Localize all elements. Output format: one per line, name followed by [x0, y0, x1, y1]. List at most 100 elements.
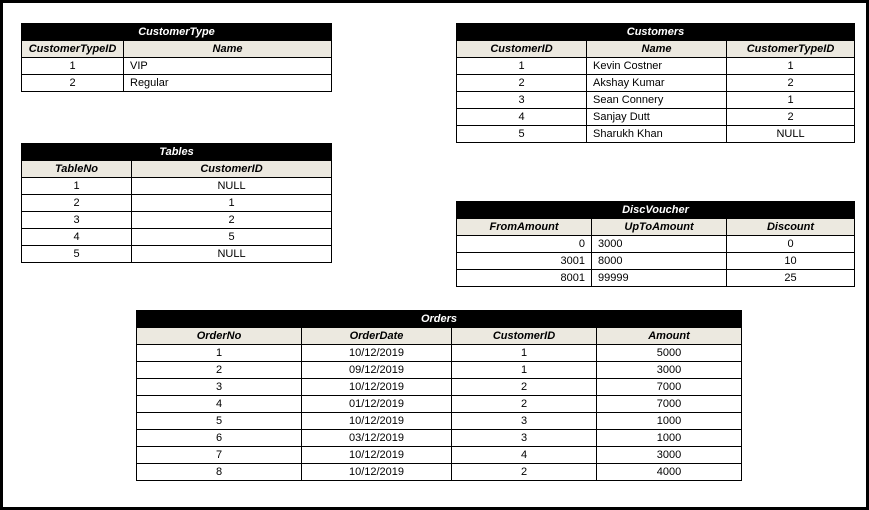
cell: VIP — [124, 58, 332, 75]
tables-title: Tables — [22, 144, 332, 161]
cell: 2 — [22, 195, 132, 212]
table-row: 1 Kevin Costner 1 — [457, 58, 855, 75]
cell: 03/12/2019 — [302, 430, 452, 447]
discvoucher-title: DiscVoucher — [457, 202, 855, 219]
cell: 2 — [452, 379, 597, 396]
cell: 5 — [457, 126, 587, 143]
customertype-title: CustomerType — [22, 24, 332, 41]
cell: 3000 — [597, 447, 742, 464]
disc-col-upto: UpToAmount — [592, 219, 727, 236]
cell: 1 — [727, 58, 855, 75]
table-row: 6 03/12/2019 3 1000 — [137, 430, 742, 447]
cell: 1 — [22, 178, 132, 195]
table-row: 8 10/12/2019 2 4000 — [137, 464, 742, 481]
orders-col-no: OrderNo — [137, 328, 302, 345]
cell: 8 — [137, 464, 302, 481]
cell: 1 — [137, 345, 302, 362]
cell: 4 — [137, 396, 302, 413]
cell: 8000 — [592, 253, 727, 270]
orders-title: Orders — [137, 311, 742, 328]
cell: 7 — [137, 447, 302, 464]
table-row: 2 09/12/2019 1 3000 — [137, 362, 742, 379]
orders-col-amt: Amount — [597, 328, 742, 345]
tables-col-cust: CustomerID — [132, 161, 332, 178]
cell: 10/12/2019 — [302, 464, 452, 481]
table-row: 4 5 — [22, 229, 332, 246]
cell: Kevin Costner — [587, 58, 727, 75]
cell: Sean Connery — [587, 92, 727, 109]
cell: 2 — [22, 75, 124, 92]
cell: 99999 — [592, 270, 727, 287]
table-row: 4 Sanjay Dutt 2 — [457, 109, 855, 126]
table-row: 2 Akshay Kumar 2 — [457, 75, 855, 92]
cell: 1 — [132, 195, 332, 212]
orders-col-date: OrderDate — [302, 328, 452, 345]
table-row: 3 10/12/2019 2 7000 — [137, 379, 742, 396]
cell: 2 — [727, 75, 855, 92]
cell: 0 — [457, 236, 592, 253]
cell: 7000 — [597, 379, 742, 396]
cell: 5 — [132, 229, 332, 246]
table-row: 1 VIP — [22, 58, 332, 75]
cell: 1 — [22, 58, 124, 75]
tables-col-no: TableNo — [22, 161, 132, 178]
table-row: 4 01/12/2019 2 7000 — [137, 396, 742, 413]
table-row: 5 Sharukh Khan NULL — [457, 126, 855, 143]
cell: 09/12/2019 — [302, 362, 452, 379]
table-row: 3 Sean Connery 1 — [457, 92, 855, 109]
cell: 10/12/2019 — [302, 447, 452, 464]
customers-col-id: CustomerID — [457, 41, 587, 58]
customertype-table: CustomerType CustomerTypeID Name 1 VIP 2… — [21, 23, 332, 92]
cell: NULL — [132, 246, 332, 263]
cell: 1 — [457, 58, 587, 75]
orders-table: Orders OrderNo OrderDate CustomerID Amou… — [136, 310, 742, 481]
cell: 1000 — [597, 430, 742, 447]
diagram-page: CustomerType CustomerTypeID Name 1 VIP 2… — [0, 0, 869, 510]
customers-title: Customers — [457, 24, 855, 41]
cell: 6 — [137, 430, 302, 447]
cell: Akshay Kumar — [587, 75, 727, 92]
cell: 7000 — [597, 396, 742, 413]
cell: 1 — [727, 92, 855, 109]
cell: 8001 — [457, 270, 592, 287]
cell: 2 — [457, 75, 587, 92]
table-row: 8001 99999 25 — [457, 270, 855, 287]
cell: Sharukh Khan — [587, 126, 727, 143]
customertype-col-id: CustomerTypeID — [22, 41, 124, 58]
tables-table: Tables TableNo CustomerID 1 NULL 2 1 3 2… — [21, 143, 332, 263]
cell: 2 — [452, 396, 597, 413]
cell: 5 — [137, 413, 302, 430]
cell: 4 — [22, 229, 132, 246]
cell: 3 — [457, 92, 587, 109]
disc-col-disc: Discount — [727, 219, 855, 236]
discvoucher-table: DiscVoucher FromAmount UpToAmount Discou… — [456, 201, 855, 287]
table-row: 5 10/12/2019 3 1000 — [137, 413, 742, 430]
table-row: 2 Regular — [22, 75, 332, 92]
cell: 3 — [137, 379, 302, 396]
cell: 0 — [727, 236, 855, 253]
cell: 4 — [452, 447, 597, 464]
table-row: 3 2 — [22, 212, 332, 229]
table-row: 1 10/12/2019 1 5000 — [137, 345, 742, 362]
table-row: 5 NULL — [22, 246, 332, 263]
cell: NULL — [132, 178, 332, 195]
cell: Regular — [124, 75, 332, 92]
cell: NULL — [727, 126, 855, 143]
cell: 10/12/2019 — [302, 379, 452, 396]
cell: 2 — [137, 362, 302, 379]
cell: 1 — [452, 345, 597, 362]
cell: 3000 — [597, 362, 742, 379]
cell: 3 — [452, 413, 597, 430]
cell: 2 — [452, 464, 597, 481]
cell: 3 — [22, 212, 132, 229]
customers-table: Customers CustomerID Name CustomerTypeID… — [456, 23, 855, 143]
table-row: 7 10/12/2019 4 3000 — [137, 447, 742, 464]
cell: 10 — [727, 253, 855, 270]
cell: 10/12/2019 — [302, 413, 452, 430]
cell: 4 — [457, 109, 587, 126]
customertype-col-name: Name — [124, 41, 332, 58]
customers-col-name: Name — [587, 41, 727, 58]
cell: 25 — [727, 270, 855, 287]
table-row: 3001 8000 10 — [457, 253, 855, 270]
cell: 01/12/2019 — [302, 396, 452, 413]
